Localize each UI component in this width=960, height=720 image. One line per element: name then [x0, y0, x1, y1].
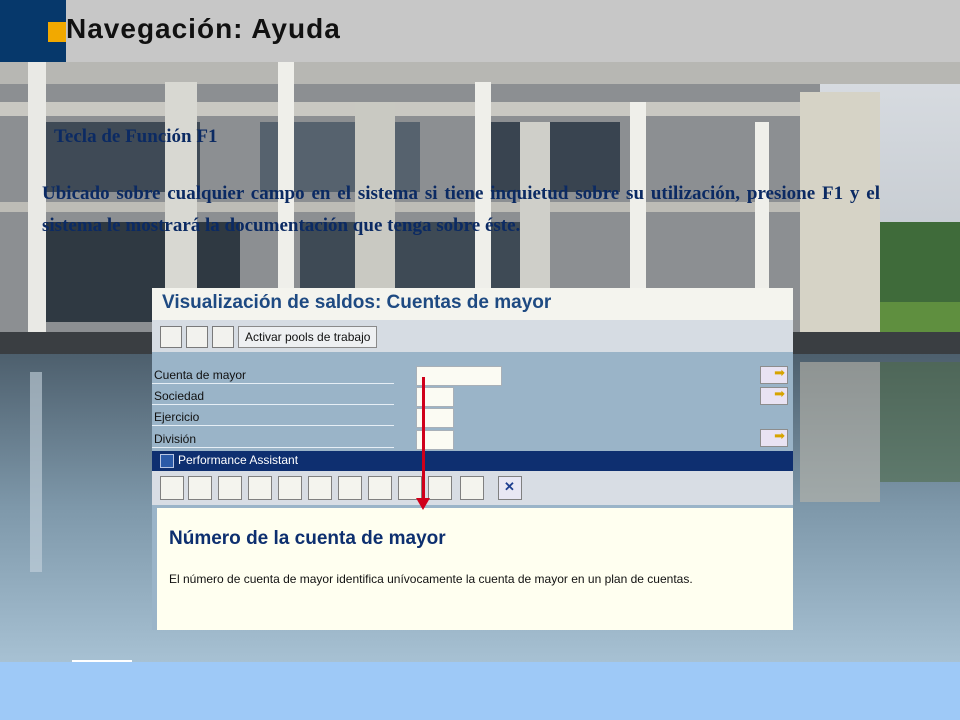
sap-screen-header: Visualización de saldos: Cuentas de mayo…	[152, 288, 793, 320]
field-label-division: División	[154, 432, 197, 446]
link-icon[interactable]	[338, 476, 362, 500]
execute-icon[interactable]	[160, 326, 182, 348]
save-variant-icon[interactable]	[212, 326, 234, 348]
search-help-icon[interactable]	[308, 476, 332, 500]
sap-screen: Visualización de saldos: Cuentas de mayo…	[152, 288, 793, 630]
technical-info-icon[interactable]	[248, 476, 272, 500]
help-heading: Número de la cuenta de mayor	[169, 528, 446, 549]
performance-assistant-title: Performance Assistant	[178, 453, 299, 467]
company-matchcode-button[interactable]	[760, 386, 788, 405]
footer-line	[72, 660, 132, 662]
field-underline	[152, 425, 394, 426]
back-icon[interactable]	[160, 476, 184, 500]
close-icon[interactable]	[498, 476, 522, 500]
edit-icon[interactable]	[278, 476, 302, 500]
field-label-gl-account: Cuenta de mayor	[154, 368, 247, 382]
field-label-company: Sociedad	[154, 389, 205, 403]
note-icon[interactable]	[398, 476, 422, 500]
annotation-arrow-head-icon	[416, 498, 430, 510]
slide-subtitle: Tecla de Función F1	[54, 126, 218, 147]
help-text: El número de cuenta de mayor identifica …	[169, 572, 693, 586]
performance-assistant-content: Número de la cuenta de mayor El número d…	[157, 508, 793, 630]
attachment-icon[interactable]	[428, 476, 452, 500]
sap-screen-title: Visualización de saldos: Cuentas de mayo…	[162, 292, 552, 313]
forward-icon[interactable]	[188, 476, 212, 500]
gl-account-matchcode-button[interactable]	[760, 365, 788, 384]
annotation-arrow-line	[422, 377, 425, 501]
field-label-fiscal-year: Ejercicio	[154, 410, 200, 424]
book-icon[interactable]	[368, 476, 392, 500]
slide-paragraph: Ubicado sobre cualquier campo en el sist…	[42, 183, 880, 236]
field-underline	[152, 447, 394, 448]
get-variant-icon[interactable]	[186, 326, 208, 348]
accent-square-icon	[48, 22, 66, 42]
field-underline	[152, 404, 394, 405]
activate-work-pools-button[interactable]: Activar pools de trabajo	[238, 326, 378, 348]
performance-assistant-titlebar: Performance Assistant	[152, 451, 793, 471]
title-bar: Navegación: Ayuda	[0, 0, 960, 62]
window-icon	[160, 454, 174, 468]
field-underline	[152, 383, 394, 384]
slide-title: Navegación: Ayuda	[66, 13, 341, 44]
footer-band	[0, 662, 960, 720]
glossary-icon[interactable]	[218, 476, 242, 500]
print-icon[interactable]	[460, 476, 484, 500]
division-matchcode-button[interactable]	[760, 428, 788, 447]
gl-account-input[interactable]	[416, 366, 502, 386]
